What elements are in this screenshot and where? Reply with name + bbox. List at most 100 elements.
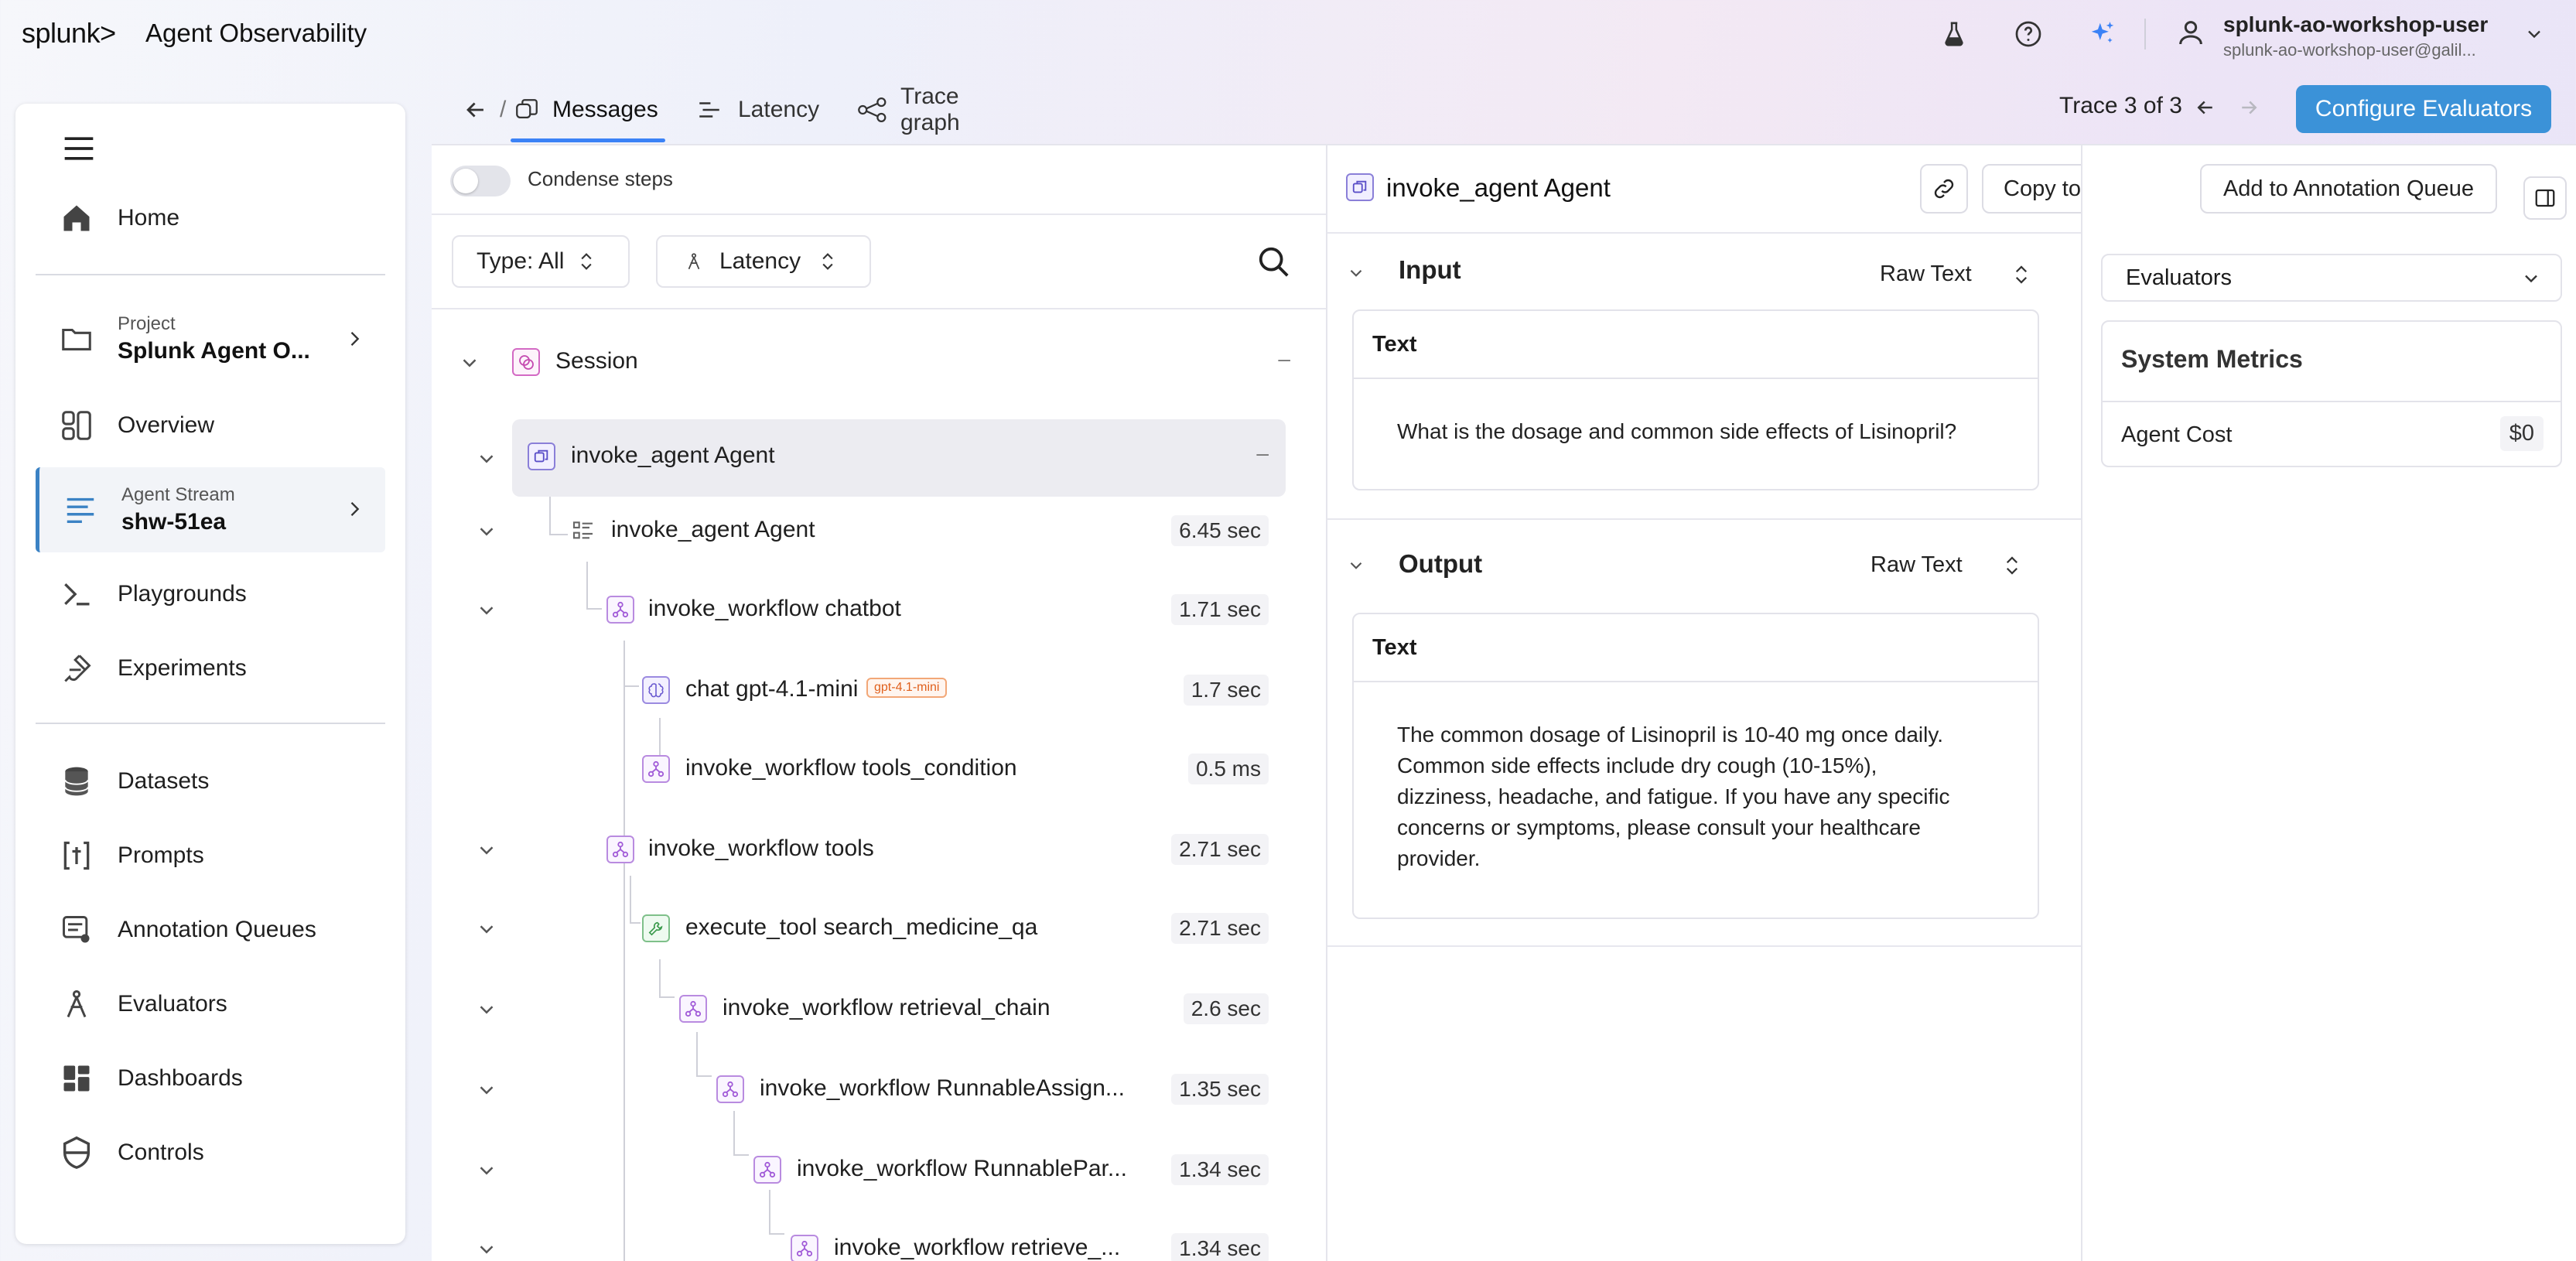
active-tab-indicator (511, 138, 665, 142)
session-icon (512, 348, 540, 376)
tree-row[interactable]: invoke_workflow retrieve_... 1.34 sec (432, 1218, 1326, 1261)
sidebar-item-annotation-queues[interactable]: Annotation Queues (36, 899, 385, 961)
sidebar-item-overview[interactable]: Overview (36, 395, 385, 456)
user-icon (2175, 17, 2206, 52)
link-icon (1932, 176, 1956, 201)
flask-icon[interactable] (1937, 17, 1971, 51)
chevron-down-icon (480, 846, 494, 855)
divider (1327, 945, 2081, 947)
stream-caption: Agent Stream (121, 484, 235, 505)
user-name: splunk-ao-workshop-user (2223, 12, 2489, 36)
tree-row-label: Session (555, 348, 638, 374)
prev-trace-arrow-icon[interactable] (2194, 96, 2217, 123)
menu-icon[interactable] (62, 133, 96, 168)
input-text: What is the dosage and common side effec… (1397, 419, 1957, 443)
top-separator (2144, 19, 2146, 50)
tree-row[interactable]: execute_tool search_medicine_qa 2.71 sec (432, 897, 1326, 959)
next-trace-arrow-icon[interactable] (2237, 96, 2260, 123)
tree-row[interactable]: invoke_workflow chatbot 1.71 sec (432, 579, 1326, 641)
tree-row-time: 1.35 sec (1171, 1074, 1269, 1105)
sidebar-item-label: Evaluators (118, 991, 227, 1017)
sort-icon (2015, 265, 2028, 284)
sidebar-item-datasets[interactable]: Datasets (36, 750, 385, 812)
type-filter-select[interactable]: Type: All (452, 235, 630, 288)
tree-row-label: invoke_workflow tools_condition (685, 755, 1017, 781)
chevron-down-icon[interactable] (1346, 263, 1366, 283)
system-metrics-card: System Metrics Agent Cost $0 (2101, 320, 2562, 467)
search-icon[interactable] (1256, 244, 1292, 284)
tree-row-selected[interactable]: invoke_agent Agent – (512, 419, 1286, 497)
sidebar-item-project[interactable]: Project Splunk Agent O... (36, 308, 385, 370)
trace-tree-panel: Condense steps Type: All Latency Session… (432, 144, 1326, 1261)
sidebar-item-label: Controls (118, 1140, 204, 1165)
sidebar-item-evaluators[interactable]: Evaluators (36, 973, 385, 1035)
sparkle-icon[interactable] (2086, 17, 2120, 51)
latency-filter-select[interactable]: Latency (656, 235, 871, 288)
tree-row-time: 1.34 sec (1171, 1233, 1269, 1261)
help-icon[interactable] (2011, 17, 2045, 51)
tab-messages[interactable]: Messages (514, 77, 658, 142)
evaluators-panel: Evaluators System Metrics Agent Cost $0 (2081, 144, 2576, 1261)
messages-icon (514, 97, 540, 123)
tree-row-time: 6.45 sec (1171, 515, 1269, 546)
splunk-logo[interactable]: splunk> (22, 17, 116, 50)
tree-row[interactable]: invoke_workflow RunnableAssign... 1.35 s… (432, 1058, 1326, 1120)
input-section-title: Input (1399, 255, 1461, 284)
agent-cost-label: Agent Cost (2121, 422, 2233, 447)
workflow-icon (791, 1235, 818, 1261)
tree-row[interactable]: invoke_workflow RunnablePar... 1.34 sec (432, 1139, 1326, 1201)
latency-filter-icon (684, 251, 704, 272)
sidebar-item-playgrounds[interactable]: Playgrounds (36, 563, 385, 625)
tab-trace-graph[interactable]: Trace graph (857, 77, 960, 142)
tree-row-time: 2.71 sec (1171, 913, 1269, 944)
sidebar-item-home[interactable]: Home (36, 187, 385, 249)
input-card: Text What is the dosage and common side … (1352, 309, 2039, 490)
sidebar-item-label: Overview (118, 412, 215, 438)
toggle-panel-button[interactable] (2523, 176, 2567, 220)
condense-steps-toggle[interactable] (450, 166, 511, 196)
tree-row[interactable]: invoke_workflow tools 2.71 sec (432, 818, 1326, 880)
sidebar-item-agent-stream[interactable]: Agent Stream shw-51ea (36, 467, 385, 552)
sidebar-item-controls[interactable]: Controls (36, 1122, 385, 1184)
user-menu[interactable]: splunk-ao-workshop-user splunk-ao-worksh… (2172, 11, 2559, 60)
chevron-down-icon (480, 1246, 494, 1254)
tree-row-label: invoke_workflow retrieve_... (834, 1235, 1121, 1260)
input-format-select[interactable]: Raw Text (1880, 261, 1972, 287)
copy-link-button[interactable] (1920, 164, 1968, 214)
prompt-icon (56, 835, 97, 877)
evaluators-select[interactable]: Evaluators (2101, 254, 2562, 302)
tree-row[interactable]: invoke_agent Agent 6.45 sec (432, 500, 1326, 562)
divider (432, 308, 1326, 309)
output-section-title: Output (1399, 549, 1483, 578)
output-text: The common dosage of Lisinopril is 10-40… (1397, 723, 1950, 870)
output-card-header: Text (1354, 614, 2038, 682)
sidebar-item-label: Annotation Queues (118, 917, 316, 942)
stream-icon (60, 489, 101, 531)
tab-label: Trace graph (900, 84, 960, 135)
sidebar-item-prompts[interactable]: Prompts (36, 825, 385, 887)
tree-row-time: 1.34 sec (1171, 1154, 1269, 1185)
back-arrow-icon[interactable] (463, 77, 489, 142)
sidebar-item-label: Home (118, 205, 180, 231)
latency-filter-value: Latency (719, 248, 801, 274)
tree-row-session[interactable]: Session – (432, 333, 1326, 395)
system-metrics-title: System Metrics (2121, 345, 2303, 373)
chevron-down-icon[interactable] (1346, 555, 1366, 576)
sidebar-item-label: Dashboards (118, 1065, 243, 1091)
project-caption: Project (118, 313, 176, 334)
tree-row[interactable]: invoke_workflow tools_condition 0.5 ms (432, 738, 1326, 800)
sidebar-item-experiments[interactable]: Experiments (36, 637, 385, 699)
configure-evaluators-button[interactable]: Configure Evaluators (2296, 85, 2551, 133)
divider (1327, 518, 2081, 520)
model-badge: gpt-4.1-mini (866, 678, 948, 698)
tree-row-label: chat gpt-4.1-mini (685, 676, 859, 702)
tree-row[interactable]: chat gpt-4.1-mini gpt-4.1-mini 1.7 sec (432, 659, 1326, 721)
tab-latency[interactable]: Latency (696, 77, 819, 142)
chevron-down-icon (480, 1086, 494, 1095)
add-to-annotation-queue-button[interactable]: Add to Annotation Queue (2200, 164, 2497, 214)
dashboard-icon (56, 1058, 97, 1099)
chevron-down-icon[interactable] (475, 447, 498, 470)
tree-row[interactable]: invoke_workflow retrieval_chain 2.6 sec (432, 978, 1326, 1040)
output-format-select[interactable]: Raw Text (1871, 552, 1963, 578)
sidebar-item-dashboards[interactable]: Dashboards (36, 1047, 385, 1109)
